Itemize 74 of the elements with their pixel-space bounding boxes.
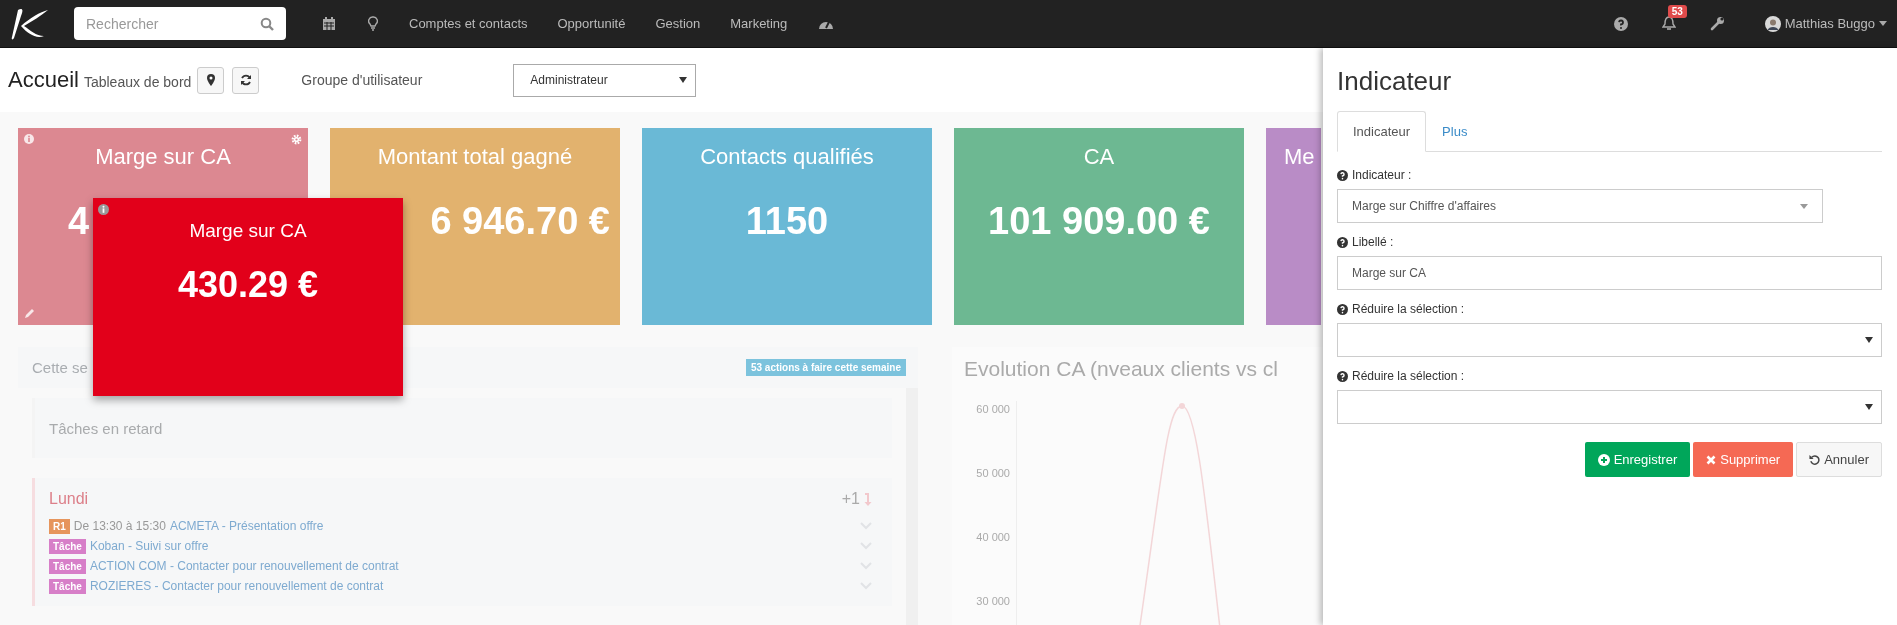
- help-icon[interactable]: [1337, 169, 1348, 181]
- field-label: Réduire la sélection :: [1352, 369, 1465, 383]
- page-subtitle: Tableaux de bord: [83, 74, 192, 90]
- task-tag: Tâche: [49, 558, 86, 574]
- axis-label: 60 000: [975, 403, 1010, 415]
- caret-icon: [1879, 21, 1887, 26]
- panel-title: Indicateur: [1337, 66, 1453, 97]
- lightbulb-icon[interactable]: [368, 16, 378, 31]
- card-value: 6 946.70 €: [430, 200, 610, 243]
- card-title: Montant total gagné: [376, 144, 574, 170]
- field-label: Réduire la sélection :: [1352, 302, 1465, 316]
- plus-circle-icon: [1597, 453, 1610, 466]
- caret-icon: [1800, 203, 1808, 209]
- field-label: Indicateur :: [1352, 168, 1412, 182]
- pin-icon: [206, 74, 215, 86]
- axis-label: 40 000: [975, 531, 1010, 543]
- card-value: 101 909.00 €: [988, 200, 1210, 243]
- card-title: Marge sur CA: [188, 220, 308, 242]
- dropdown-arrow-icon: [1865, 337, 1873, 343]
- menu-item[interactable]: Comptes et contacts: [409, 16, 528, 31]
- field-label: Libellé :: [1352, 235, 1394, 249]
- card-title: Contacts qualifiés: [699, 144, 875, 170]
- help-icon[interactable]: [1337, 303, 1348, 315]
- undo-icon: [1809, 454, 1821, 465]
- menu-item[interactable]: Gestion: [655, 16, 701, 31]
- actions-badge: 53 actions à faire cette semaine: [745, 359, 906, 376]
- group-label: Groupe d'utilisateur: [301, 72, 424, 88]
- search-icon[interactable]: [260, 17, 274, 31]
- task-tag: Tâche: [49, 538, 86, 554]
- card-title: CA: [1082, 144, 1116, 170]
- info-icon[interactable]: [98, 204, 109, 215]
- help-icon[interactable]: [1337, 370, 1348, 382]
- tab[interactable]: Plus: [1426, 111, 1484, 152]
- search-field[interactable]: Rechercher: [74, 7, 286, 40]
- card-title: Me: [1283, 144, 1316, 170]
- chart-title: Evolution CA (nveaux clients vs cl: [964, 357, 1279, 381]
- card-value: 1150: [745, 200, 829, 243]
- menu-item[interactable]: Opportunité: [557, 16, 626, 31]
- card-value: 4: [68, 200, 90, 243]
- help-icon[interactable]: [1337, 236, 1348, 248]
- task-time: De 13:30 à 15:30: [73, 519, 166, 533]
- panel-title: Cette se: [32, 359, 88, 376]
- wrench-icon[interactable]: [1709, 16, 1725, 31]
- label-input[interactable]: Marge sur CA: [1337, 256, 1882, 290]
- card-value: 430.29 €: [176, 264, 320, 306]
- card-title: Marge sur CA: [94, 144, 232, 170]
- close-icon: [1706, 454, 1717, 465]
- pin-button[interactable]: [197, 66, 225, 94]
- dropdown-arrow-icon: [679, 77, 688, 83]
- axis-label: 50 000: [975, 467, 1010, 479]
- task-tag: R1: [49, 518, 70, 534]
- avatar-icon: [1764, 15, 1781, 32]
- page-title: Accueil: [8, 67, 79, 93]
- bell-icon[interactable]: [1661, 16, 1676, 31]
- gear-icon[interactable]: [291, 134, 302, 145]
- task-tag: Tâche: [49, 578, 86, 594]
- cancel-button[interactable]: Annuler: [1796, 442, 1882, 477]
- section-title: Tâches en retard: [49, 419, 163, 437]
- dropdown-arrow-icon: [1865, 404, 1873, 410]
- select-field[interactable]: [1337, 390, 1882, 424]
- notification-badge: 53: [1667, 5, 1687, 18]
- refresh-button[interactable]: [232, 66, 260, 94]
- select-field[interactable]: [1337, 323, 1882, 357]
- day-title: Lundi: [49, 490, 90, 508]
- tab[interactable]: Indicateur: [1337, 111, 1427, 152]
- help-icon[interactable]: [1613, 16, 1628, 31]
- axis-label: 30 000: [975, 595, 1010, 607]
- day-count: +1: [841, 490, 860, 508]
- menu-item[interactable]: Marketing: [730, 16, 788, 31]
- calendar-icon[interactable]: [322, 16, 336, 31]
- indicator-select[interactable]: Marge sur Chiffre d'affaires: [1337, 189, 1823, 223]
- refresh-icon: [239, 74, 252, 86]
- group-select[interactable]: Administrateur: [513, 63, 697, 97]
- user-menu[interactable]: Matthias Buggo: [1764, 15, 1887, 32]
